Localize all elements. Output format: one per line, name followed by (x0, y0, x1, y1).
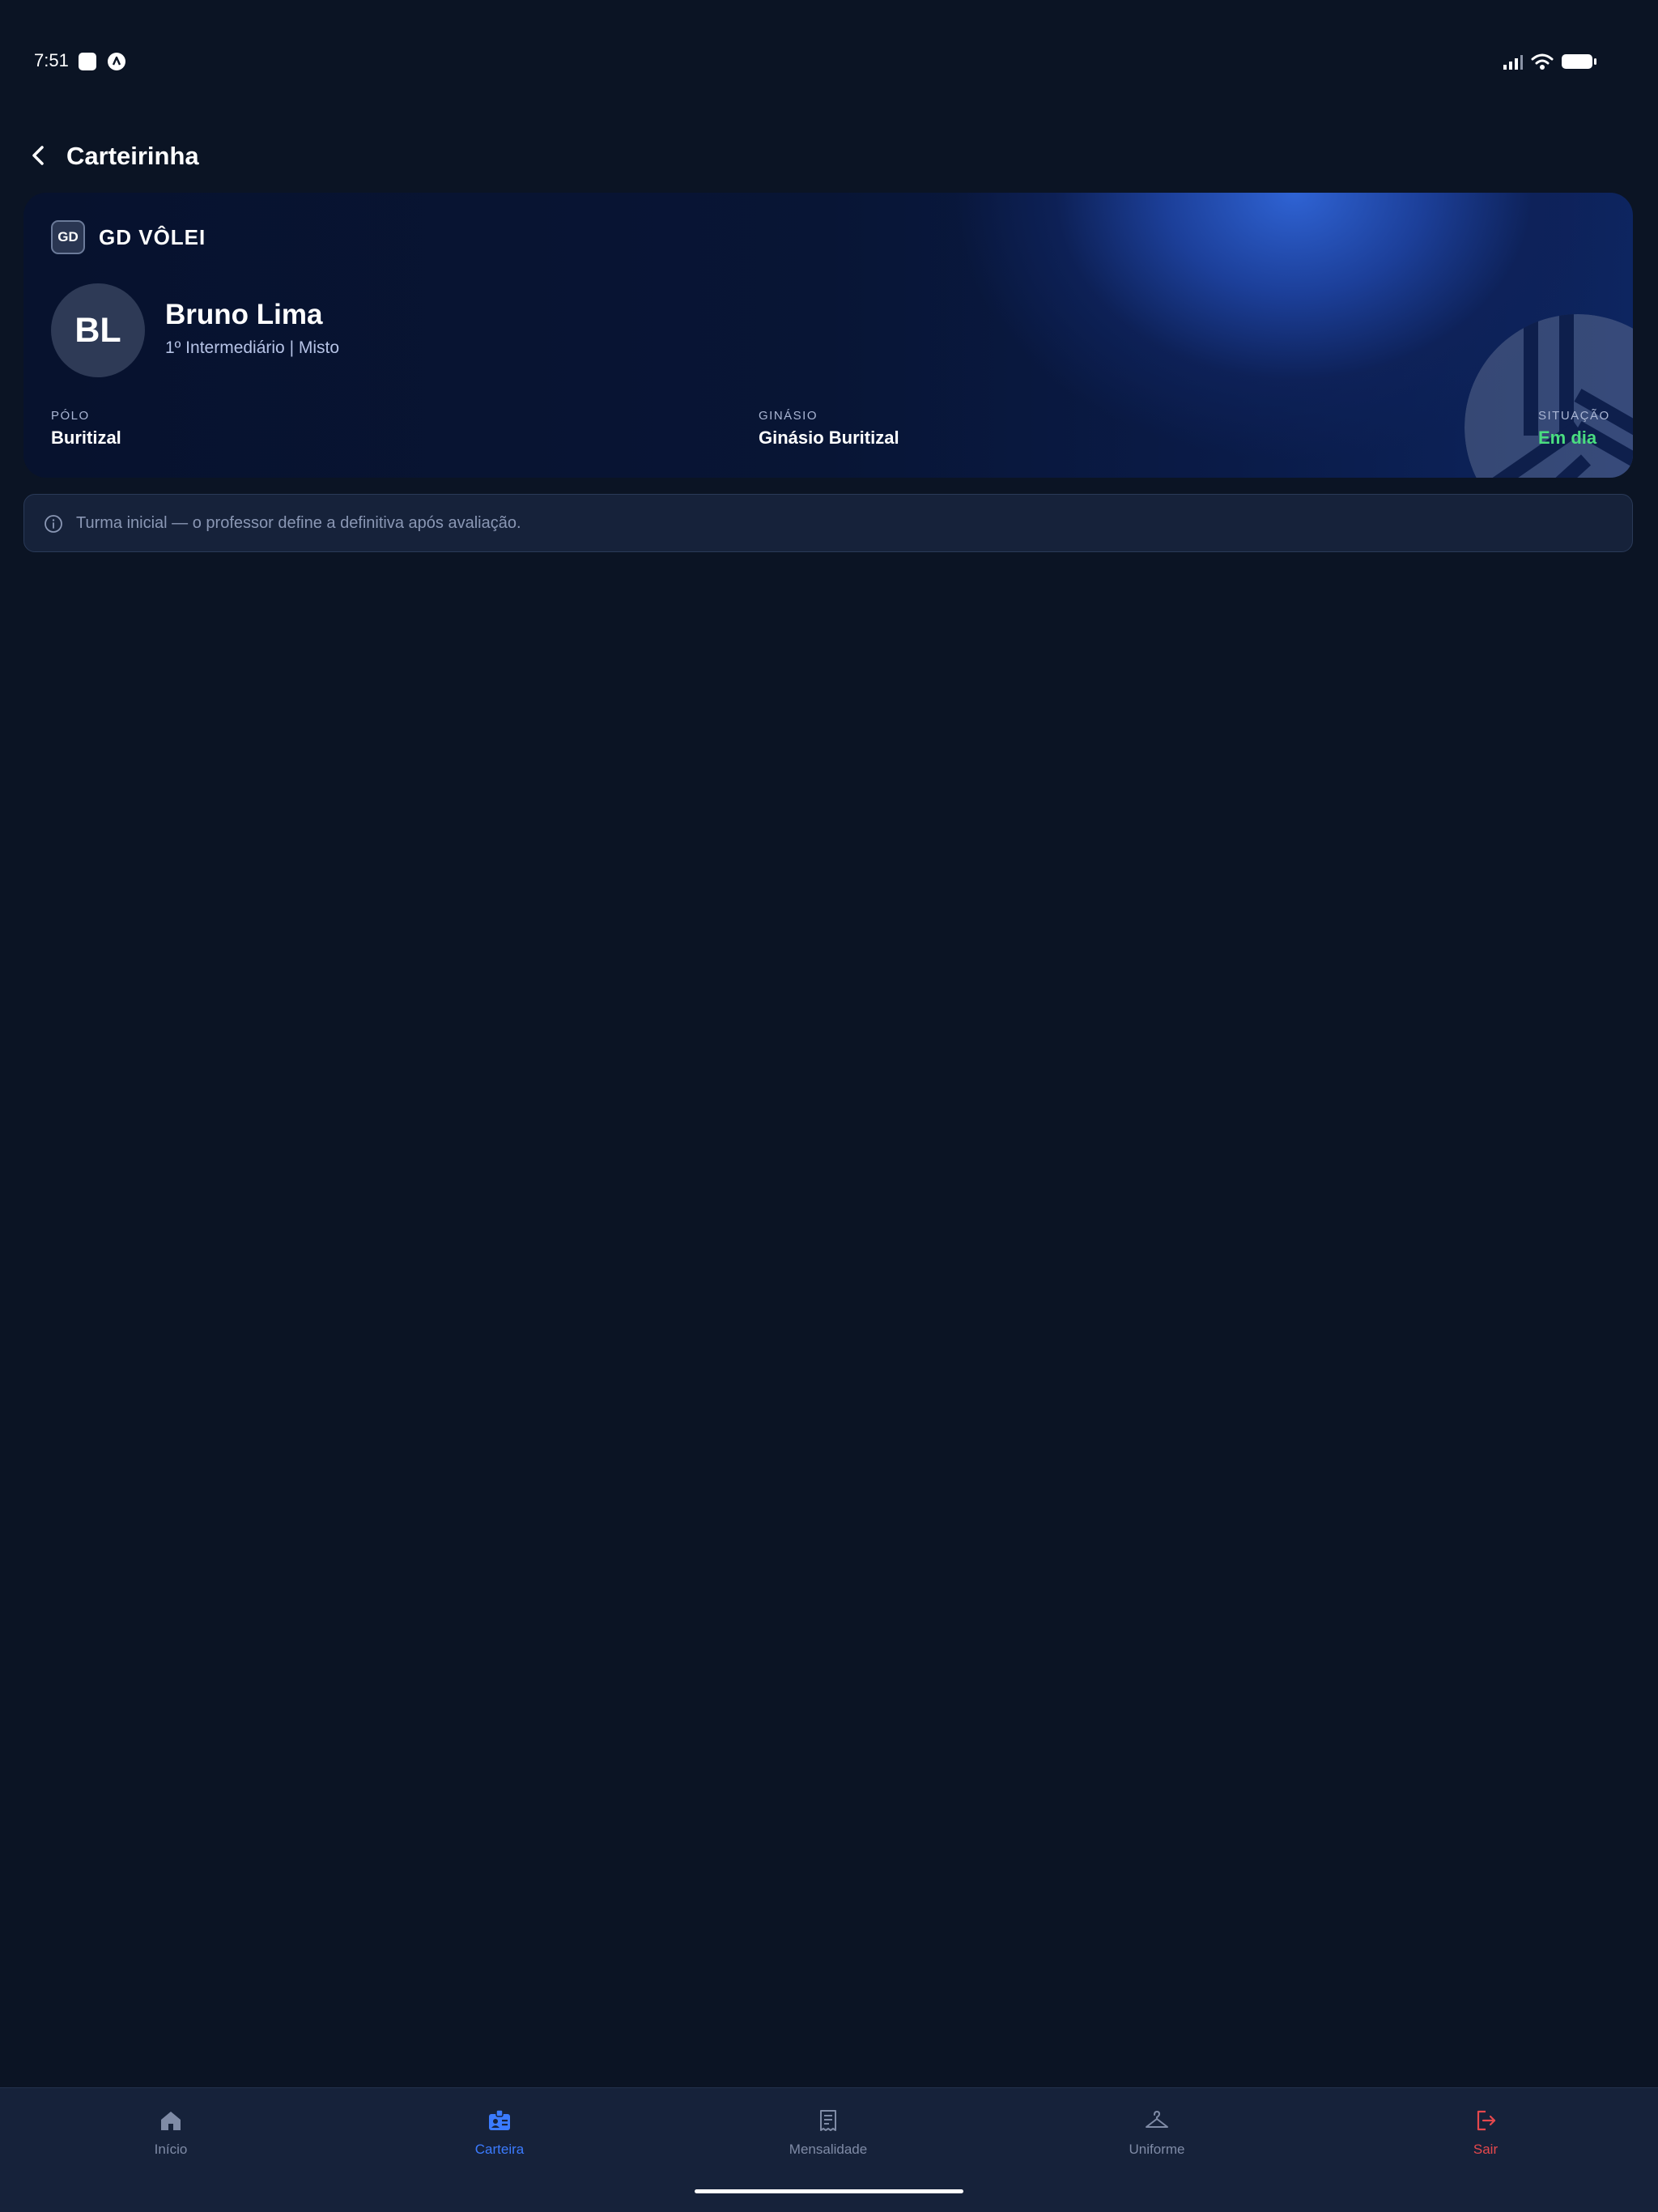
home-indicator[interactable] (695, 2189, 963, 2193)
chevron-left-icon[interactable] (23, 139, 55, 172)
tab-mensalidade[interactable]: Mensalidade (747, 2108, 909, 2172)
field-value-ginasio: Ginásio Buritizal (759, 428, 899, 448)
status-time: 7:51 (34, 50, 69, 70)
member-card: GD GD VÔLEI BL Bruno Lima 1º Intermediár… (23, 193, 1633, 478)
hanger-icon (1146, 2110, 1168, 2128)
field-label-polo: PÓLO (51, 409, 90, 423)
tab-sair[interactable]: Sair (1405, 2108, 1567, 2172)
brand-name: GD VÔLEI (99, 225, 206, 249)
receipt-icon (820, 2110, 836, 2131)
tab-uniforme[interactable]: Uniforme (1076, 2108, 1238, 2172)
tab-inicio[interactable]: Início (90, 2108, 252, 2172)
tab-label: Carteira (474, 2142, 525, 2157)
wifi-icon (1531, 53, 1554, 70)
tab-label: Sair (1473, 2142, 1499, 2157)
field-label-ginasio: GINÁSIO (759, 409, 818, 423)
app-icon (108, 53, 125, 70)
header: Carteirinha (0, 130, 1658, 181)
battery-icon (1562, 54, 1596, 69)
tab-label: Início (154, 2142, 188, 2157)
logout-icon (1477, 2110, 1496, 2131)
field-value-polo: Buritizal (51, 428, 121, 448)
info-icon (45, 515, 62, 533)
tab-label: Mensalidade (789, 2142, 868, 2157)
tab-carteira[interactable]: Carteira (419, 2108, 580, 2172)
volleyball-icon (1465, 314, 1633, 478)
tab-label: Uniforme (1129, 2142, 1185, 2157)
info-note: Turma inicial — o professor define a def… (23, 494, 1633, 552)
info-text: Turma inicial — o professor define a def… (76, 514, 521, 532)
page-title: Carteirinha (66, 142, 199, 170)
status-bar: 7:51 (0, 0, 1658, 121)
status-badge: Em dia (1538, 428, 1597, 448)
brand-badge: GD (51, 220, 85, 254)
member-class: 1º Intermediário | Misto (165, 338, 340, 357)
field-label-situacao: SITUAÇÃO (1538, 409, 1610, 423)
avatar: BL (51, 283, 145, 377)
member-name: Bruno Lima (165, 299, 323, 330)
id-card-icon (489, 2109, 510, 2130)
home-icon (161, 2112, 181, 2130)
signal-icon (1503, 55, 1523, 70)
app-icon (79, 53, 96, 70)
